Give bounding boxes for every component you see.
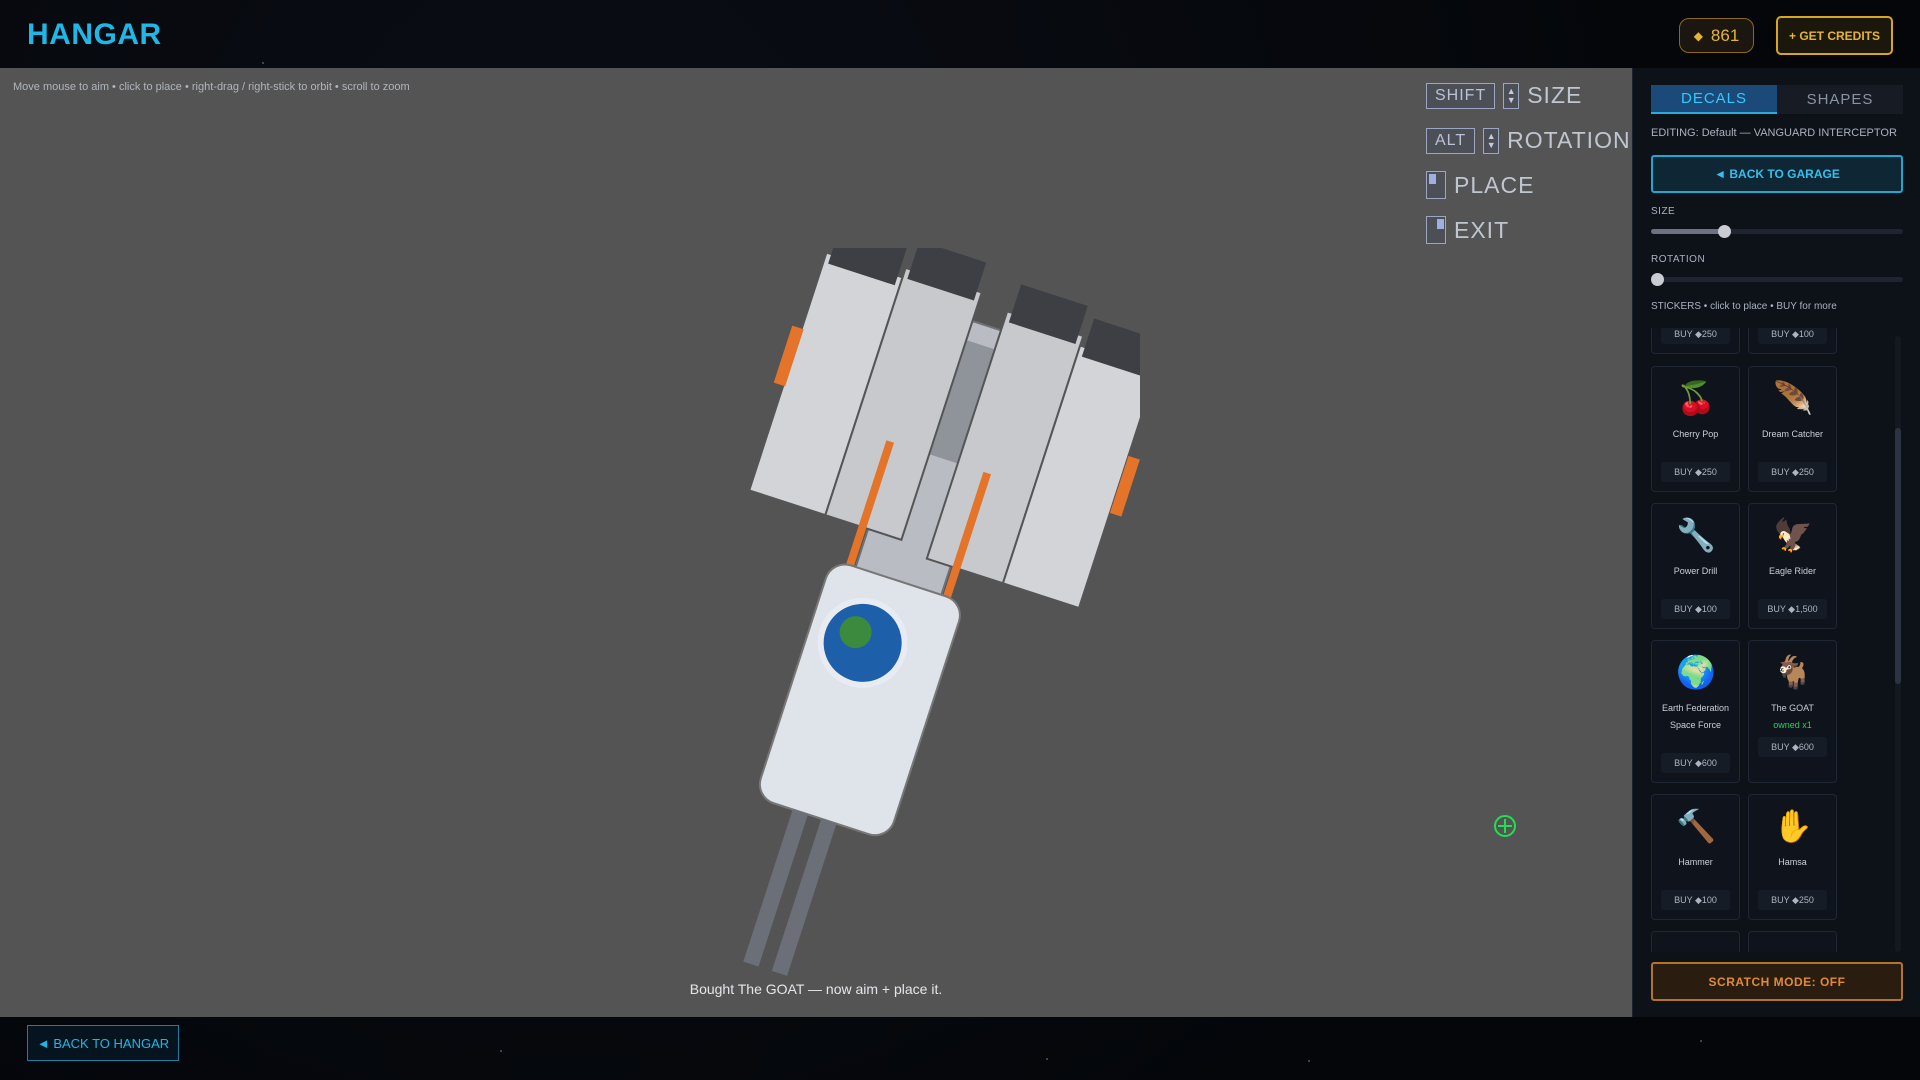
sticker-card-cherry-pop[interactable]: 🍒 Cherry Pop BUY ◆250: [1651, 366, 1740, 492]
star: [1308, 1060, 1310, 1062]
sticker-name: Hamsa: [1778, 857, 1807, 867]
credits-value: 861: [1710, 25, 1740, 45]
sticker-card-dream-catcher[interactable]: 🪶 Dream Catcher BUY ◆250: [1748, 366, 1837, 492]
sticker-name: Power Drill: [1673, 566, 1718, 576]
size-slider-handle[interactable]: [1718, 225, 1732, 238]
page-title: HANGAR: [27, 18, 162, 51]
hamsa-icon: ✋: [1773, 808, 1813, 844]
mouse-left-icon: [1426, 171, 1446, 199]
controls-hint: Move mouse to aim • click to place • rig…: [13, 81, 410, 93]
size-control-hint: SHIFT ▲ ▼ SIZE: [1426, 82, 1582, 109]
place-hint-label: PLACE: [1454, 171, 1535, 198]
sticker-card[interactable]: BUY ◆100: [1748, 328, 1837, 354]
sticker-card-earth-federation-space-force[interactable]: 🌍 Earth Federation Space Force BUY ◆600: [1651, 640, 1740, 783]
sticker-card-power-drill[interactable]: 🔧 Power Drill BUY ◆100: [1651, 503, 1740, 629]
ship-viewport[interactable]: Move mouse to aim • click to place • rig…: [0, 68, 1632, 1017]
back-to-garage-button[interactable]: ◄ BACK TO GARAGE: [1651, 155, 1903, 193]
rotation-hint-label: ROTATION: [1507, 127, 1631, 153]
sticker-name: Eagle Rider: [1768, 566, 1817, 576]
power-drill-icon: 🔧: [1676, 517, 1716, 553]
exit-hint-label: EXIT: [1454, 216, 1510, 243]
sticker-card[interactable]: BUY ◆250: [1651, 328, 1740, 354]
buy-button[interactable]: BUY ◆250: [1758, 890, 1827, 910]
space-force-emblem-icon: 🌍: [1676, 654, 1716, 690]
goat-icon: 🐐: [1773, 654, 1813, 690]
status-message: Bought The GOAT — now aim + place it.: [689, 981, 943, 997]
rotation-control-hint: ALT ▲ ▼ ROTATION: [1426, 127, 1631, 154]
editing-label: EDITING: Default — VANGUARD INTERCEPTOR: [1651, 127, 1897, 139]
sticker-name: Dream Catcher: [1761, 429, 1824, 439]
size-slider-label: SIZE: [1651, 206, 1676, 217]
sticker-grid: BUY ◆250 BUY ◆100 🍒 Cherry Pop BUY ◆250 …: [1651, 328, 1881, 952]
scratch-mode-button[interactable]: SCRATCH MODE: OFF: [1651, 962, 1903, 1001]
sticker-name: Hammer: [1678, 857, 1713, 867]
sticker-name: Earth Federation Space Force: [1661, 703, 1730, 730]
diamond-icon: ◆: [1693, 28, 1703, 43]
size-hint-label: SIZE: [1527, 82, 1583, 108]
alt-key: ALT: [1426, 127, 1476, 154]
sticker-card-eagle-rider[interactable]: 🦅 Eagle Rider BUY ◆1,500: [1748, 503, 1837, 629]
mouse-right-icon: [1426, 216, 1446, 244]
panel-tabs: DECALS SHAPES: [1651, 85, 1903, 114]
buy-button[interactable]: BUY ◆100: [1661, 599, 1730, 619]
sticker-card-hammer[interactable]: 🔨 Hammer BUY ◆100: [1651, 794, 1740, 920]
size-slider[interactable]: [1651, 225, 1903, 238]
sticker-name: The GOAT: [1771, 703, 1814, 713]
star: [262, 62, 264, 64]
sticker-card-partial[interactable]: [1748, 931, 1837, 952]
rotation-slider[interactable]: [1651, 273, 1903, 286]
dream-catcher-icon: 🪶: [1773, 380, 1813, 416]
up-down-arrows-icon: ▲ ▼: [1483, 127, 1500, 154]
star: [500, 1050, 502, 1052]
tab-shapes[interactable]: SHAPES: [1777, 85, 1903, 114]
star: [1700, 1040, 1702, 1042]
exit-control-hint: EXIT: [1426, 216, 1509, 244]
hammer-icon: 🔨: [1676, 808, 1716, 844]
ship-model: [743, 248, 1140, 976]
owned-count: owned x1: [1773, 720, 1812, 730]
stickers-label: STICKERS • click to place • BUY for more: [1651, 301, 1837, 312]
sticker-card-the-goat[interactable]: 🐐 The GOAT owned x1 BUY ◆600: [1748, 640, 1837, 783]
rotation-slider-label: ROTATION: [1651, 254, 1706, 265]
buy-button[interactable]: BUY ◆100: [1661, 890, 1730, 910]
buy-button[interactable]: BUY ◆1,500: [1758, 599, 1827, 619]
buy-button[interactable]: BUY ◆250: [1661, 462, 1730, 482]
buy-button[interactable]: BUY ◆600: [1661, 753, 1730, 773]
star: [1046, 1058, 1048, 1060]
shift-key: SHIFT: [1426, 82, 1496, 109]
get-credits-button[interactable]: + GET CREDITS: [1776, 16, 1893, 55]
buy-button[interactable]: BUY ◆250: [1758, 462, 1827, 482]
scrollbar-thumb[interactable]: [1895, 428, 1901, 684]
buy-button[interactable]: BUY ◆600: [1758, 737, 1827, 757]
credits-display: ◆ 861: [1679, 18, 1754, 53]
placement-reticle-icon: [1494, 815, 1516, 837]
cherry-pinup-icon: 🍒: [1676, 380, 1716, 416]
place-control-hint: PLACE: [1426, 171, 1534, 199]
buy-button[interactable]: BUY ◆250: [1661, 328, 1730, 344]
rotation-slider-handle[interactable]: [1651, 273, 1664, 286]
back-to-hangar-button[interactable]: ◄ BACK TO HANGAR: [27, 1025, 179, 1061]
eagle-icon: 🦅: [1773, 517, 1813, 553]
up-down-arrows-icon: ▲ ▼: [1503, 82, 1520, 109]
sticker-scrollbar[interactable]: [1895, 336, 1901, 952]
sticker-card-hamsa[interactable]: ✋ Hamsa BUY ◆250: [1748, 794, 1837, 920]
tab-decals[interactable]: DECALS: [1651, 85, 1777, 114]
buy-button[interactable]: BUY ◆100: [1758, 328, 1827, 344]
decal-panel: DECALS SHAPES EDITING: Default — VANGUAR…: [1632, 68, 1920, 1017]
sticker-card-partial[interactable]: [1651, 931, 1740, 952]
sticker-name: Cherry Pop: [1672, 429, 1719, 439]
size-slider-fill: [1651, 229, 1725, 234]
hangar-screen: HANGAR ◆ 861 + GET CREDITS Move mouse to…: [0, 0, 1920, 1080]
